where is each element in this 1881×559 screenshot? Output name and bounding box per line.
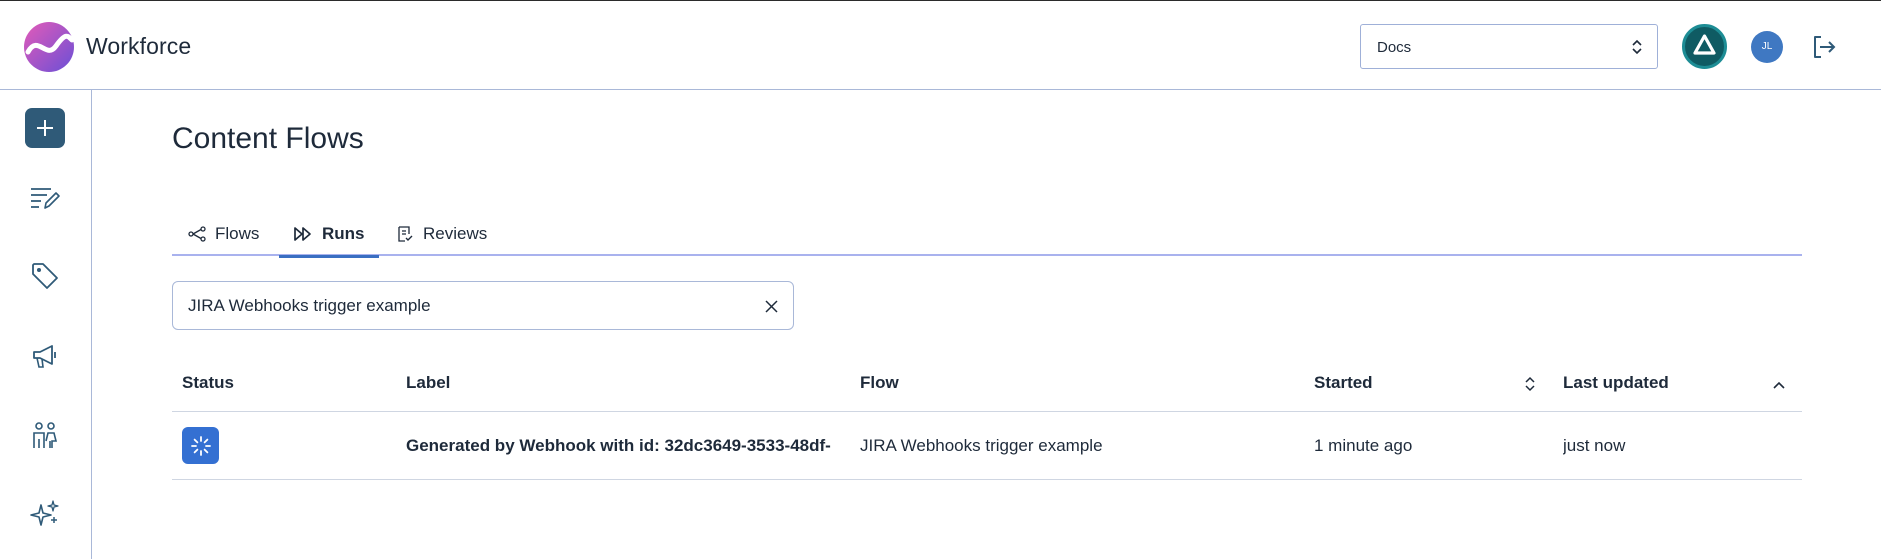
- search-field: [172, 281, 794, 330]
- workspace-select-value: Docs: [1377, 39, 1412, 56]
- reviews-icon: [398, 226, 413, 242]
- row-last-updated: just now: [1563, 436, 1626, 455]
- edit-lines-icon: [31, 188, 60, 209]
- table-header: Status Label Flow Started Last updated: [172, 362, 1802, 412]
- row-flow[interactable]: JIRA Webhooks trigger example: [860, 412, 1300, 480]
- close-icon[interactable]: [764, 299, 779, 314]
- chevron-up-icon[interactable]: [1773, 378, 1785, 394]
- runs-table: Status Label Flow Started Last updated G…: [172, 362, 1802, 480]
- tab-reviews-label: Reviews: [423, 224, 488, 243]
- logout-icon[interactable]: [1810, 33, 1838, 61]
- drive-triangle-icon: [1693, 34, 1716, 55]
- tab-runs-label: Runs: [322, 224, 365, 243]
- page-title: Content Flows: [172, 122, 364, 155]
- megaphone-icon: [33, 345, 56, 368]
- flow-icon: [188, 226, 206, 242]
- row-label[interactable]: Generated by Webhook with id: 32dc3649-3…: [406, 412, 860, 480]
- tab-flows[interactable]: Flows: [188, 212, 259, 256]
- sidebar-item-campaigns[interactable]: [25, 336, 65, 376]
- workforce-logo-icon[interactable]: [24, 22, 74, 72]
- column-header-label: Label: [406, 373, 451, 392]
- avatar[interactable]: JL: [1751, 31, 1783, 63]
- tab-bar: Flows Runs Reviews: [172, 212, 1802, 258]
- sidebar-item-ai[interactable]: [25, 494, 65, 534]
- tag-icon: [32, 263, 58, 289]
- table-row[interactable]: Generated by Webhook with id: 32dc3649-3…: [172, 412, 1802, 480]
- tab-runs[interactable]: Runs: [279, 212, 378, 258]
- column-header-started[interactable]: Started: [1314, 362, 1373, 412]
- column-header-last-updated[interactable]: Last updated: [1563, 362, 1669, 412]
- workspace-select[interactable]: Docs: [1360, 24, 1658, 69]
- sparkles-icon: [30, 500, 59, 526]
- sidebar-item-content[interactable]: [25, 178, 65, 218]
- sidebar-item-tags[interactable]: [25, 256, 65, 296]
- sidebar-item-people[interactable]: [25, 416, 65, 456]
- status-badge: [182, 427, 219, 464]
- brand-name: Workforce: [86, 33, 192, 59]
- column-header-flow: Flow: [860, 373, 899, 392]
- tab-reviews[interactable]: Reviews: [396, 212, 487, 256]
- sort-up-down-icon[interactable]: [1524, 376, 1536, 392]
- search-input[interactable]: [188, 294, 748, 318]
- spinner-icon: [190, 435, 211, 456]
- tab-flows-label: Flows: [215, 224, 260, 243]
- top-bar: Workforce Docs JL: [0, 0, 1881, 90]
- column-header-status: Status: [182, 373, 234, 392]
- plus-icon: [37, 120, 53, 136]
- sidebar-add-button[interactable]: [25, 108, 65, 148]
- google-drive-icon[interactable]: [1682, 24, 1727, 69]
- chevron-up-down-icon: [1632, 39, 1642, 55]
- row-started: 1 minute ago: [1314, 436, 1413, 455]
- runs-icon: [294, 227, 311, 241]
- sidebar: [0, 90, 92, 559]
- people-icon: [33, 422, 58, 448]
